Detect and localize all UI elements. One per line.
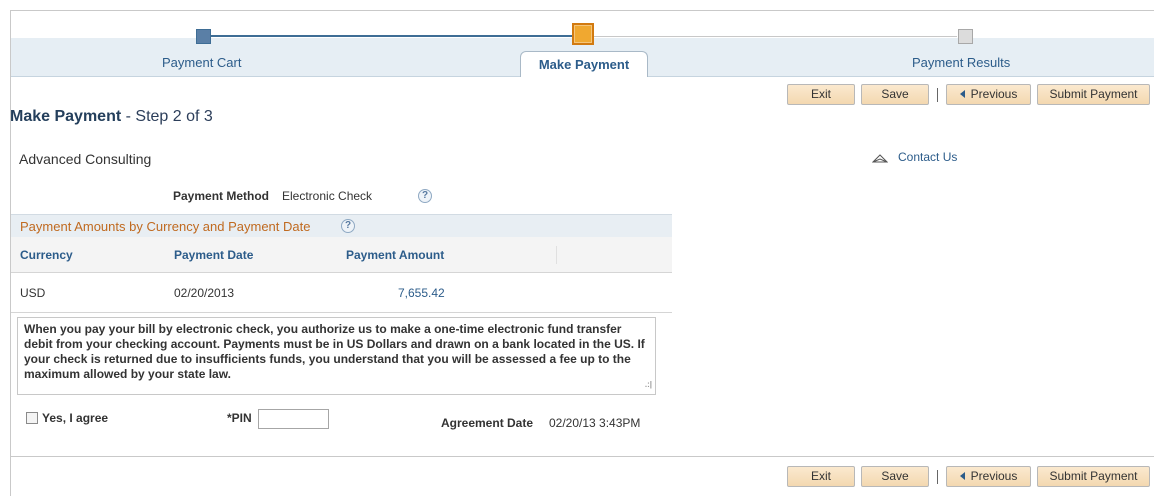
exit-button-top[interactable]: Exit — [787, 84, 855, 105]
train-line-completed — [211, 35, 573, 37]
payment-method-value: Electronic Check — [282, 189, 373, 203]
cell-currency: USD — [20, 286, 46, 300]
grid-title-bar: Payment Amounts by Currency and Payment … — [11, 214, 672, 237]
agree-checkbox[interactable] — [26, 412, 38, 424]
resize-handle-icon[interactable]: .:| — [645, 377, 652, 392]
cell-payment-amount: 7,655.42 — [398, 286, 445, 300]
contact-us-label: Contact Us — [898, 150, 958, 164]
submit-payment-button-top[interactable]: Submit Payment — [1037, 84, 1150, 105]
step-3-label: Payment Results — [912, 55, 1011, 70]
column-header-currency[interactable]: Currency — [20, 248, 73, 262]
pin-input[interactable] — [258, 409, 329, 429]
pin-label: *PIN — [227, 411, 252, 425]
previous-arrow-icon — [959, 90, 965, 98]
step-1-label[interactable]: Payment Cart — [162, 55, 241, 70]
toolbar-separator-top — [937, 88, 938, 102]
column-header-payment-amount[interactable]: Payment Amount — [346, 248, 444, 262]
agreement-date-value: 02/20/13 3:43PM — [549, 416, 641, 430]
exit-button-bottom[interactable]: Exit — [787, 466, 855, 487]
grid-title: Payment Amounts by Currency and Payment … — [20, 219, 311, 234]
bottom-divider — [11, 456, 1154, 457]
contact-us-link[interactable]: Contact Us — [872, 150, 957, 164]
save-button-bottom[interactable]: Save — [861, 466, 929, 487]
cell-payment-date: 02/20/2013 — [174, 286, 235, 300]
grid-header-row: Currency Payment Date Payment Amount — [11, 237, 672, 273]
step-1-marker[interactable] — [196, 29, 211, 44]
page-title: Make Payment - Step 2 of 3 — [10, 108, 213, 126]
toolbar-separator-bottom — [937, 470, 938, 484]
submit-payment-button-bottom[interactable]: Submit Payment — [1037, 466, 1150, 487]
previous-arrow-icon — [959, 472, 965, 480]
step-3-marker — [958, 29, 973, 44]
previous-button-top[interactable]: Previous — [946, 84, 1031, 105]
payment-method-help-icon[interactable]: ? — [418, 189, 432, 203]
previous-button-bottom[interactable]: Previous — [946, 466, 1031, 487]
agreement-textarea[interactable]: When you pay your bill by electronic che… — [17, 317, 656, 395]
agreement-date-label: Agreement Date — [441, 416, 534, 430]
tab-make-payment: Make Payment — [520, 51, 648, 77]
contact-icon — [872, 154, 888, 163]
payment-amounts-grid: Payment Amounts by Currency and Payment … — [11, 214, 672, 313]
train-line-pending — [592, 36, 957, 37]
page-title-main: Make Payment — [10, 108, 122, 125]
agreement-text: When you pay your bill by electronic che… — [24, 322, 645, 381]
agree-label: Yes, I agree — [42, 411, 109, 425]
column-header-payment-date[interactable]: Payment Date — [174, 248, 253, 262]
payment-method-label: Payment Method — [173, 189, 270, 203]
company-name: Advanced Consulting — [19, 151, 152, 167]
grid-help-icon[interactable]: ? — [341, 219, 355, 233]
column-divider — [556, 246, 557, 264]
previous-label-top: Previous — [970, 87, 1018, 101]
step-2-marker — [572, 23, 594, 45]
previous-label-bottom: Previous — [970, 469, 1018, 483]
page-title-step: - Step 2 of 3 — [121, 108, 213, 125]
save-button-top[interactable]: Save — [861, 84, 929, 105]
